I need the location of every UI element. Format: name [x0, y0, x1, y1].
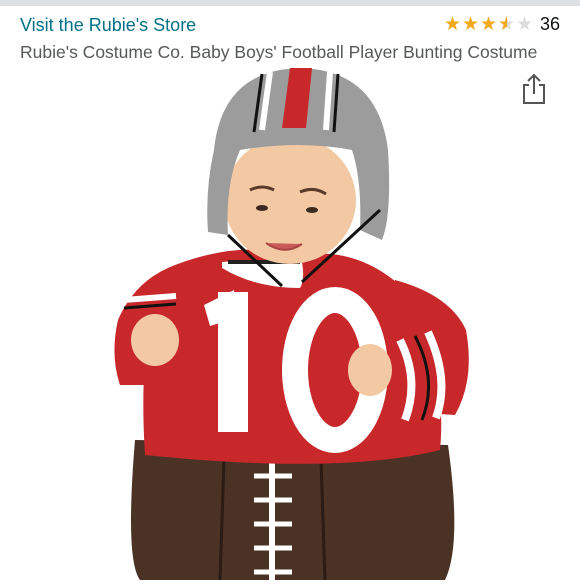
- rating-summary[interactable]: ★★ ★★ ★★ ★★ ★★ 36: [444, 14, 560, 35]
- store-link[interactable]: Visit the Rubie's Store: [20, 15, 196, 36]
- star-icon: ★★: [461, 13, 480, 35]
- rating-count[interactable]: 36: [540, 14, 560, 35]
- star-icon: ★★: [515, 13, 534, 35]
- star-rating[interactable]: ★★ ★★ ★★ ★★ ★★: [443, 13, 534, 35]
- top-divider: [0, 0, 580, 6]
- star-icon: ★★: [497, 13, 516, 35]
- product-title: Rubie's Costume Co. Baby Boys' Football …: [20, 42, 538, 62]
- product-image[interactable]: [0, 62, 580, 581]
- star-icon: ★★: [479, 13, 498, 35]
- star-icon: ★★: [443, 13, 462, 35]
